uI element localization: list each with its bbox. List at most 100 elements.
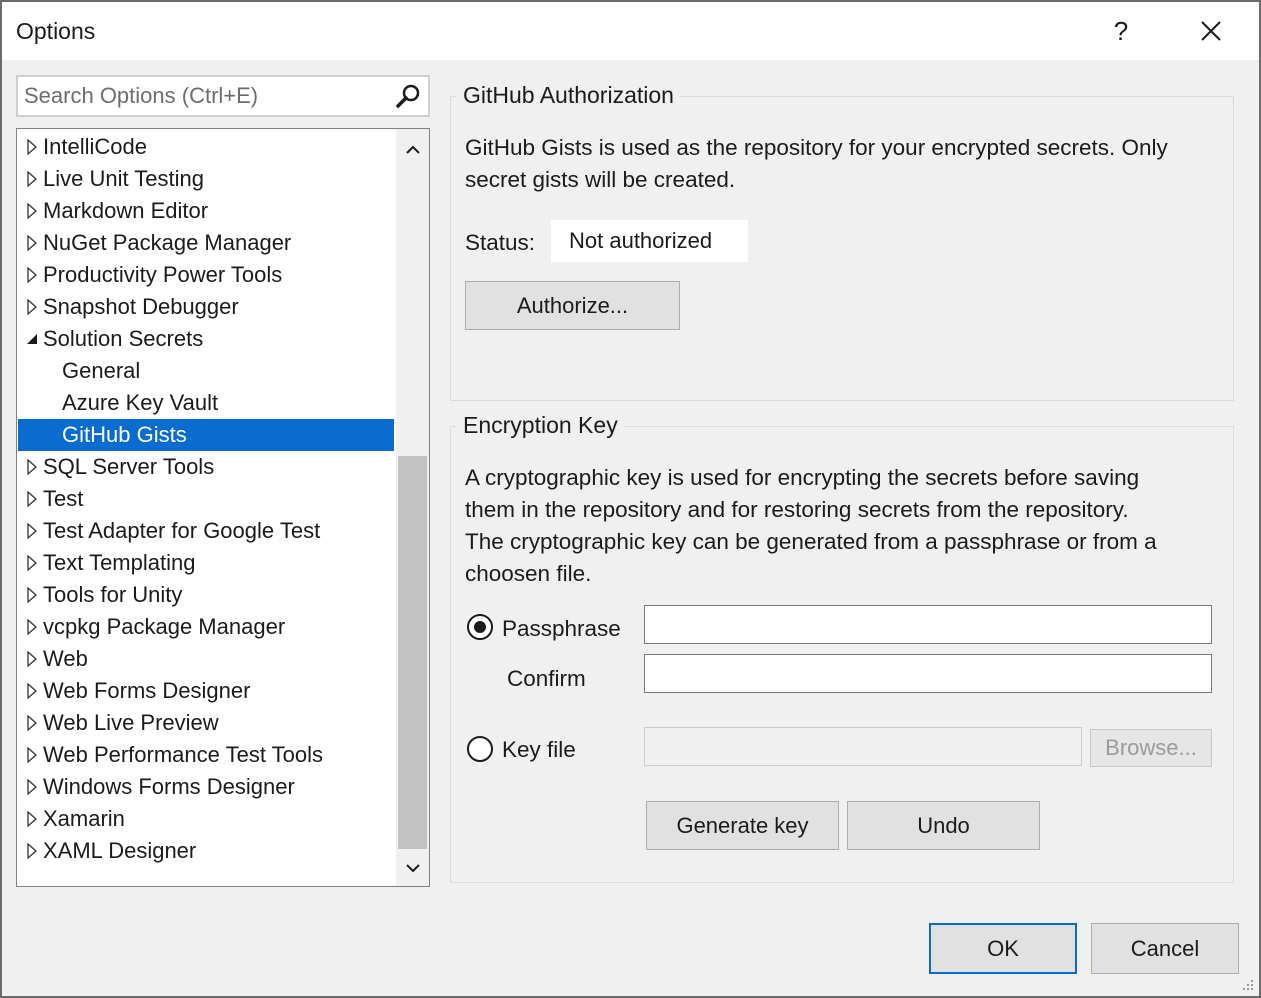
collapsed-arrow-icon[interactable]	[24, 715, 40, 731]
ok-button[interactable]: OK	[929, 923, 1077, 974]
tree-item-web-forms-designer[interactable]: Web Forms Designer	[18, 675, 394, 707]
search-icon[interactable]	[394, 82, 422, 110]
keyfile-label[interactable]: Key file	[502, 737, 576, 763]
confirm-label: Confirm	[507, 666, 586, 691]
collapsed-arrow-icon[interactable]	[24, 171, 40, 187]
tree-item-productivity-power-tools[interactable]: Productivity Power Tools	[18, 259, 394, 291]
scroll-thumb[interactable]	[398, 456, 427, 849]
radio-selected-dot	[474, 621, 486, 633]
tree-item-xamarin[interactable]: Xamarin	[18, 803, 394, 835]
encryption-description-line1: A cryptographic key is used for encrypti…	[465, 465, 1140, 490]
tree-item-label: Web Forms Designer	[43, 678, 251, 703]
status-value: Not authorized	[569, 228, 713, 253]
tree-item-xaml-designer[interactable]: XAML Designer	[18, 835, 394, 867]
keyfile-radio[interactable]	[467, 736, 493, 762]
options-tree[interactable]: IntelliCode Live Unit Testing Markdown Edi…	[16, 128, 430, 887]
tree-item-web-live-preview[interactable]: Web Live Preview	[18, 707, 394, 739]
tree-item-label: Web Performance Test Tools	[43, 742, 324, 767]
collapsed-arrow-icon[interactable]	[24, 651, 40, 667]
collapsed-arrow-icon[interactable]	[24, 203, 40, 219]
resize-grip-icon[interactable]	[1241, 978, 1255, 992]
tree-item-label: XAML Designer	[43, 838, 197, 863]
tree-item-general[interactable]: General	[18, 355, 394, 387]
collapsed-arrow-icon[interactable]	[24, 779, 40, 795]
keyfile-field	[644, 727, 1082, 766]
generate-key-button[interactable]: Generate key	[646, 801, 839, 850]
tree-item-label: Productivity Power Tools	[43, 262, 283, 287]
tree-item-label: Test	[43, 486, 84, 511]
collapsed-arrow-icon[interactable]	[24, 523, 40, 539]
chevron-up-icon	[405, 145, 420, 154]
collapsed-arrow-icon[interactable]	[24, 139, 40, 155]
collapsed-arrow-icon[interactable]	[24, 843, 40, 859]
tree-item-label: NuGet Package Manager	[43, 230, 292, 255]
scroll-up-button[interactable]	[396, 133, 429, 167]
collapsed-arrow-icon[interactable]	[24, 747, 40, 763]
tree-item-label: Web Live Preview	[43, 710, 219, 735]
tree-item-label: Tools for Unity	[43, 582, 183, 607]
close-button[interactable]	[1188, 8, 1234, 54]
tree-item-azure-key-vault[interactable]: Azure Key Vault	[18, 387, 394, 419]
tree-item-vcpkg-package-manager[interactable]: vcpkg Package Manager	[18, 611, 394, 643]
tree-item-label: GitHub Gists	[62, 422, 187, 447]
browse-button: Browse...	[1090, 729, 1212, 767]
tree-item-label: SQL Server Tools	[43, 454, 215, 479]
tree-item-label: Test Adapter for Google Test	[43, 518, 321, 543]
confirm-field[interactable]	[644, 654, 1212, 693]
tree-item-label: Text Templating	[43, 550, 196, 575]
tree-item-web-performance-test-tools[interactable]: Web Performance Test Tools	[18, 739, 394, 771]
tree-item-label: Xamarin	[43, 806, 125, 831]
collapsed-arrow-icon[interactable]	[24, 811, 40, 827]
collapsed-arrow-icon[interactable]	[24, 491, 40, 507]
tree-item-snapshot-debugger[interactable]: Snapshot Debugger	[18, 291, 394, 323]
tree-item-github-gists[interactable]: GitHub Gists	[18, 419, 394, 451]
tree-item-intellicode[interactable]: IntelliCode	[18, 131, 394, 163]
tree-item-windows-forms-designer[interactable]: Windows Forms Designer	[18, 771, 394, 803]
tree-item-label: IntelliCode	[43, 134, 147, 159]
help-button[interactable]: ?	[1098, 8, 1144, 54]
chevron-down-icon	[405, 864, 420, 873]
undo-button[interactable]: Undo	[847, 801, 1040, 850]
passphrase-field[interactable]	[644, 605, 1212, 644]
collapsed-arrow-icon[interactable]	[24, 299, 40, 315]
tree-item-sql-server-tools[interactable]: SQL Server Tools	[18, 451, 394, 483]
passphrase-radio[interactable]	[467, 614, 493, 640]
scroll-down-button[interactable]	[396, 851, 429, 885]
passphrase-label[interactable]: Passphrase	[502, 616, 621, 642]
github-auth-description-line2: secret gists will be created.	[465, 167, 736, 192]
tree-scrollbar[interactable]	[396, 129, 429, 886]
tree-item-test-adapter-for-google-test[interactable]: Test Adapter for Google Test	[18, 515, 394, 547]
tree-item-live-unit-testing[interactable]: Live Unit Testing	[18, 163, 394, 195]
tree-item-web[interactable]: Web	[18, 643, 394, 675]
github-authorization-title: GitHub Authorization	[457, 82, 680, 109]
cancel-button[interactable]: Cancel	[1091, 923, 1239, 974]
expanded-arrow-icon[interactable]	[24, 331, 40, 347]
collapsed-arrow-icon[interactable]	[24, 619, 40, 635]
tree-item-label: Web	[43, 646, 88, 671]
tree-item-label: vcpkg Package Manager	[43, 614, 286, 639]
tree-item-tools-for-unity[interactable]: Tools for Unity	[18, 579, 394, 611]
collapsed-arrow-icon[interactable]	[24, 555, 40, 571]
options-dialog: Options ? Search Options (Ctrl+E) Intell…	[0, 0, 1261, 998]
tree-item-label: General	[62, 358, 141, 383]
search-input[interactable]	[24, 81, 384, 111]
tree-item-label: Solution Secrets	[43, 326, 204, 351]
status-badge: Not authorized	[551, 220, 748, 262]
encryption-description-line3: The cryptographic key can be generated f…	[465, 529, 1157, 554]
tree-item-markdown-editor[interactable]: Markdown Editor	[18, 195, 394, 227]
status-label: Status:	[465, 230, 536, 255]
collapsed-arrow-icon[interactable]	[24, 267, 40, 283]
authorize-button[interactable]: Authorize...	[465, 281, 680, 330]
collapsed-arrow-icon[interactable]	[24, 683, 40, 699]
title-bar: Options ?	[2, 2, 1259, 60]
collapsed-arrow-icon[interactable]	[24, 587, 40, 603]
tree-item-solution-secrets[interactable]: Solution Secrets	[18, 323, 394, 355]
tree-item-text-templating[interactable]: Text Templating	[18, 547, 394, 579]
tree-item-label: Live Unit Testing	[43, 166, 205, 191]
tree-item-nuget-package-manager[interactable]: NuGet Package Manager	[18, 227, 394, 259]
tree-item-label: Markdown Editor	[43, 198, 209, 223]
tree-item-test[interactable]: Test	[18, 483, 394, 515]
collapsed-arrow-icon[interactable]	[24, 459, 40, 475]
tree-item-label: Windows Forms Designer	[43, 774, 295, 799]
collapsed-arrow-icon[interactable]	[24, 235, 40, 251]
